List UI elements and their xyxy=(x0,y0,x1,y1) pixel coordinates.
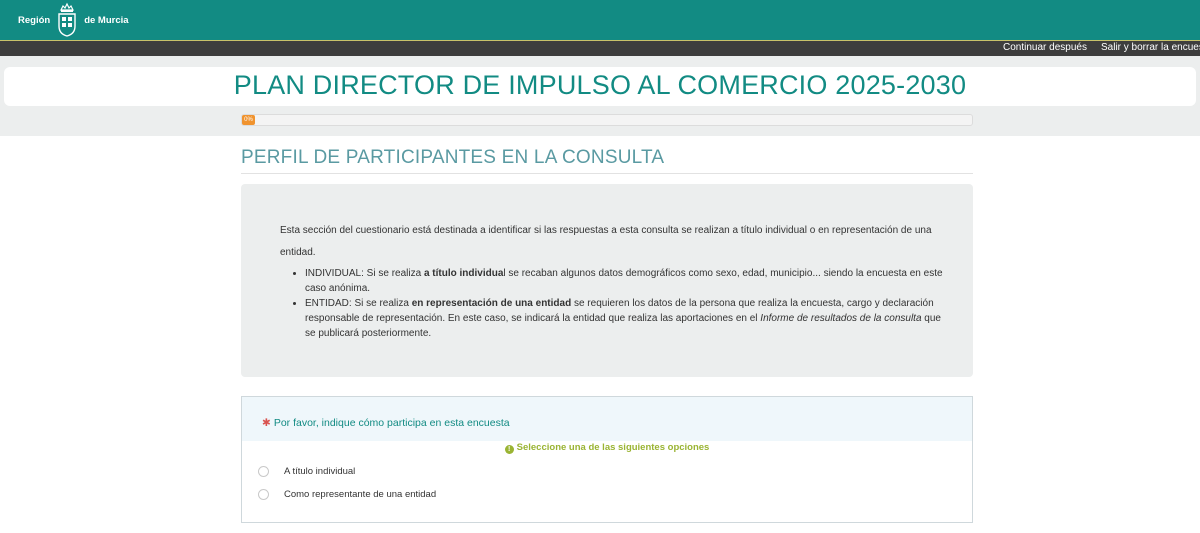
progress-bar: 0% xyxy=(241,114,973,126)
description-list: INDIVIDUAL: Si se realiza a título indiv… xyxy=(305,266,945,341)
progress-fill: 0% xyxy=(242,115,255,125)
continue-later-link[interactable]: Continuar después xyxy=(1003,42,1087,53)
logo-text-left: Región xyxy=(18,14,51,26)
question-label: Por favor, indique cómo participa en est… xyxy=(273,417,510,429)
question-text: ✱ Por favor, indique cómo participa en es… xyxy=(262,417,510,429)
participation-question: ✱ Por favor, indique cómo participa en es… xyxy=(241,396,973,523)
section-title: PERFIL DE PARTICIPANTES EN LA CONSULTA xyxy=(241,147,665,168)
description-intro: Esta sección del cuestionario está desti… xyxy=(280,225,932,258)
option-label: Como representante de una entidad xyxy=(284,488,437,500)
region-logo[interactable]: Región de Murcia xyxy=(18,0,129,40)
exit-and-clear-link[interactable]: Salir y borrar la encuesta xyxy=(1101,42,1200,53)
section-description: Esta sección del cuestionario está desti… xyxy=(241,184,973,377)
top-navbar: Continuar después Salir y borrar la encu… xyxy=(0,40,1200,56)
option-label: A título individual xyxy=(284,465,356,477)
hint-text: Seleccione una de las siguientes opcione… xyxy=(516,442,710,453)
question-header: ✱ Por favor, indique cómo participa en es… xyxy=(242,397,972,441)
option-entity[interactable]: Como representante de una entidad xyxy=(258,487,436,501)
coat-of-arms-icon xyxy=(58,2,76,37)
question-hint: ! Seleccione una de las siguientes opcion… xyxy=(242,442,972,454)
option-individual[interactable]: A título individual xyxy=(258,464,355,478)
radio-button[interactable] xyxy=(258,488,269,500)
page-title: PLAN DIRECTOR DE IMPULSO AL COMERCIO 202… xyxy=(233,70,967,100)
radio-button[interactable] xyxy=(258,465,269,477)
list-item-entity: ENTIDAD: Si se realiza en representación… xyxy=(305,296,945,341)
info-icon: ! xyxy=(504,445,514,454)
site-header: Región de Murcia xyxy=(0,0,1200,40)
title-card: PLAN DIRECTOR DE IMPULSO AL COMERCIO 202… xyxy=(4,67,1196,106)
list-item-individual: INDIVIDUAL: Si se realiza a título indiv… xyxy=(305,266,945,296)
logo-text-right: de Murcia xyxy=(84,14,129,26)
required-asterisk-icon: ✱ xyxy=(262,417,271,429)
section-divider xyxy=(241,173,973,174)
survey-title-band: PLAN DIRECTOR DE IMPULSO AL COMERCIO 202… xyxy=(0,56,1200,136)
